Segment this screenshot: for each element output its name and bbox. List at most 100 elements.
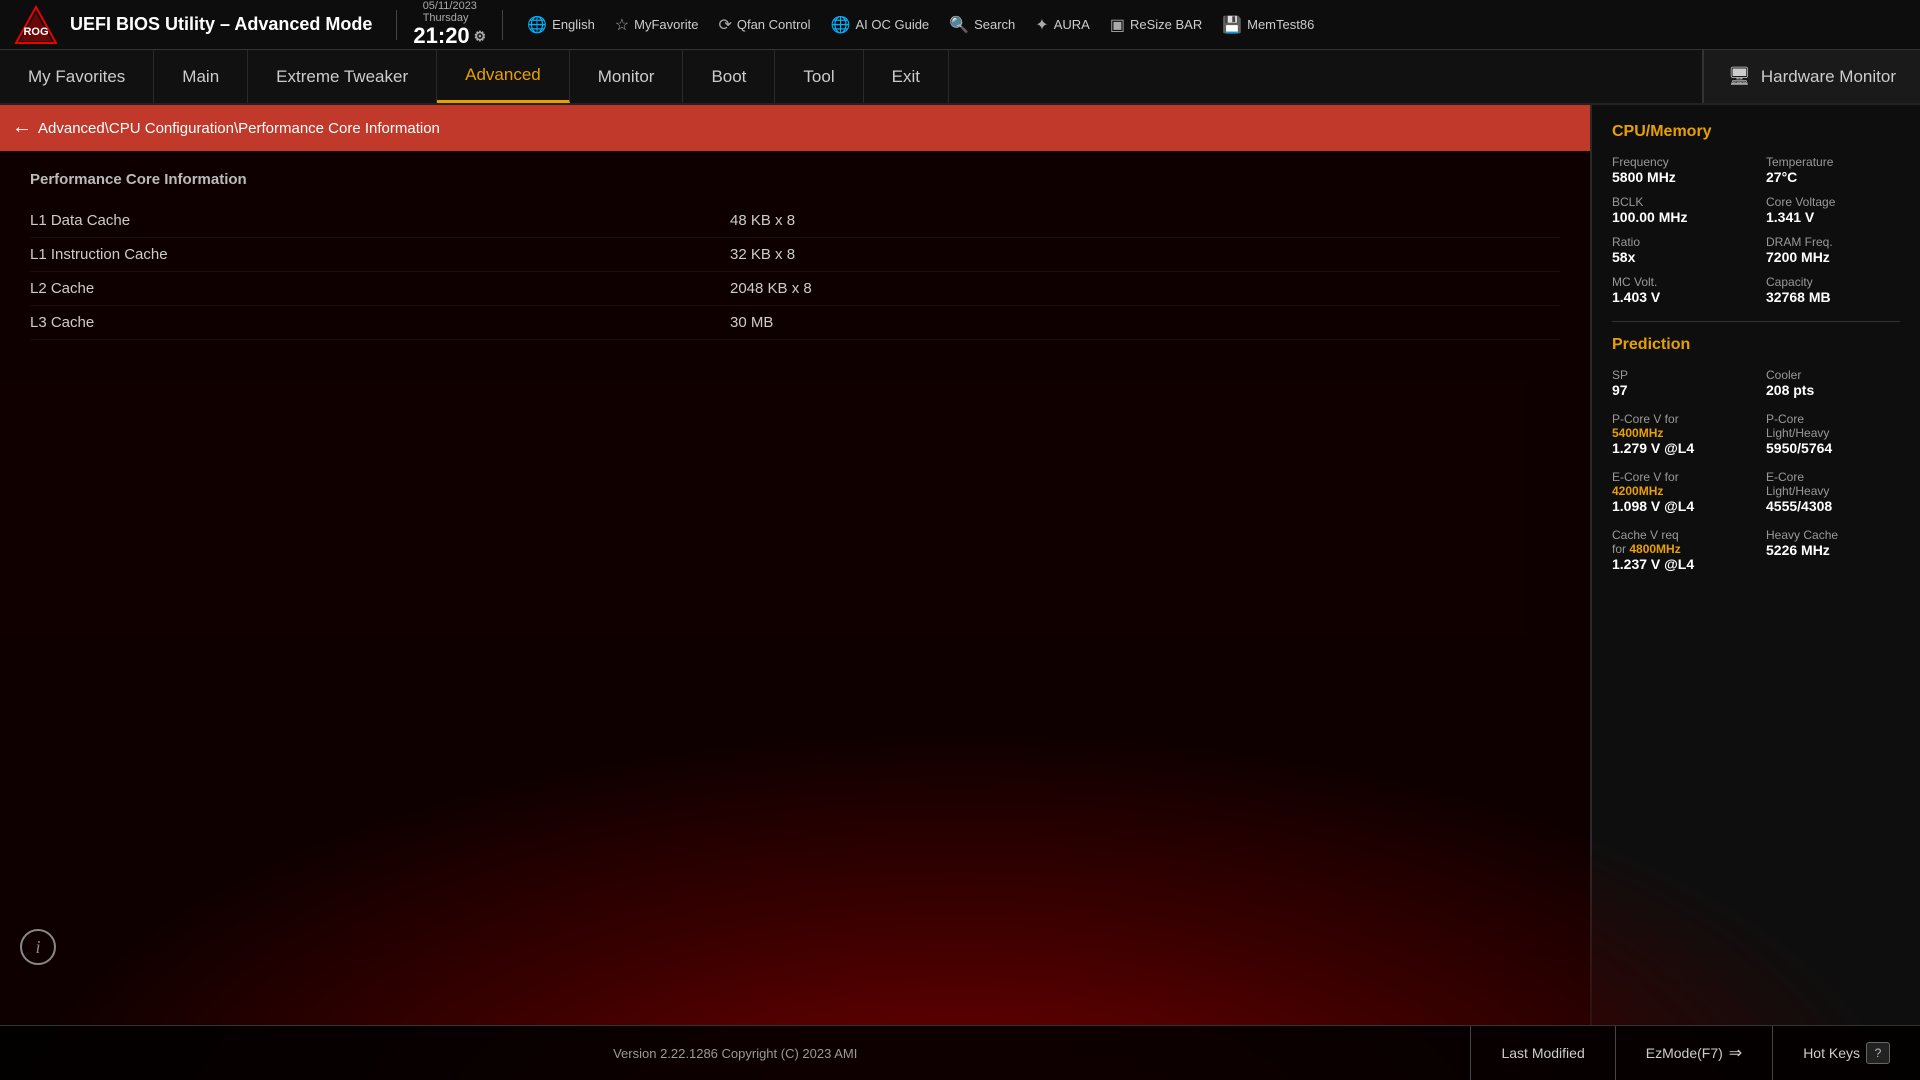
- aura-icon: ✦: [1035, 15, 1048, 35]
- pred-sp: SP 97: [1612, 368, 1746, 398]
- hw-item-capacity: Capacity 32768 MB: [1766, 275, 1900, 305]
- prediction-title: Prediction: [1612, 336, 1900, 354]
- l3-cache-label: L3 Cache: [30, 314, 730, 331]
- ecore-v-freq: 4200MHz: [1612, 484, 1746, 498]
- info-icon[interactable]: i: [20, 929, 56, 965]
- hotkeys-key-icon: ?: [1866, 1042, 1890, 1064]
- datetime-area: 05/11/2023Thursday 21:20 ⚙: [413, 0, 486, 48]
- ecore-lh-label: E-Core: [1766, 470, 1900, 484]
- hw-item-dram-freq: DRAM Freq. 7200 MHz: [1766, 235, 1900, 265]
- main-content: ← Advanced\CPU Configuration\Performance…: [0, 105, 1920, 1025]
- tool-memtest[interactable]: 💾 MemTest86: [1222, 15, 1314, 35]
- tool-aura-label: AURA: [1054, 17, 1090, 32]
- cooler-label: Cooler: [1766, 368, 1900, 382]
- l2-cache-label: L2 Cache: [30, 280, 730, 297]
- tab-advanced[interactable]: Advanced: [437, 50, 570, 103]
- ai-icon: 🌐: [831, 15, 851, 35]
- fan-icon: ⟳: [718, 15, 731, 35]
- mc-volt-label: MC Volt.: [1612, 275, 1746, 289]
- tool-memtest-label: MemTest86: [1247, 17, 1314, 32]
- pred-ecore-v: E-Core V for 4200MHz 1.098 V @L4: [1612, 470, 1746, 514]
- table-row: L1 Instruction Cache 32 KB x 8: [30, 238, 1560, 272]
- hot-keys-label: Hot Keys: [1803, 1045, 1860, 1061]
- tool-aioc[interactable]: 🌐 AI OC Guide: [831, 15, 930, 35]
- tool-resizebar[interactable]: ▣ ReSize BAR: [1110, 15, 1202, 35]
- footer-version: Version 2.22.1286 Copyright (C) 2023 AMI: [0, 1046, 1470, 1061]
- tool-myfavorite[interactable]: ☆ MyFavorite: [615, 15, 699, 35]
- tool-english[interactable]: 🌐 English: [527, 15, 595, 35]
- sp-label: SP: [1612, 368, 1746, 382]
- hot-keys-button[interactable]: Hot Keys ?: [1772, 1026, 1920, 1080]
- content-area: Performance Core Information L1 Data Cac…: [0, 151, 1590, 1025]
- tool-search[interactable]: 🔍 Search: [949, 15, 1015, 35]
- favorite-icon: ☆: [615, 15, 629, 35]
- footer-right: Last Modified EzMode(F7) ⇒ Hot Keys ?: [1470, 1026, 1920, 1080]
- ratio-value: 58x: [1612, 249, 1746, 265]
- ecore-lh-value: 4555/4308: [1766, 498, 1900, 514]
- ez-mode-icon: ⇒: [1729, 1043, 1742, 1063]
- breadcrumb-bar: ← Advanced\CPU Configuration\Performance…: [0, 105, 1590, 151]
- back-arrow-icon[interactable]: ←: [16, 117, 28, 140]
- settings-icon[interactable]: ⚙: [474, 29, 487, 44]
- resize-icon: ▣: [1110, 15, 1125, 35]
- hw-divider: [1612, 321, 1900, 322]
- pred-pcore-section: P-Core V for 5400MHz 1.279 V @L4 P-Core …: [1612, 412, 1900, 572]
- footer-bar: Version 2.22.1286 Copyright (C) 2023 AMI…: [0, 1025, 1920, 1080]
- tool-search-label: Search: [974, 17, 1015, 32]
- hw-item-ratio: Ratio 58x: [1612, 235, 1746, 265]
- tab-tool[interactable]: Tool: [775, 50, 863, 103]
- tab-my-favorites[interactable]: My Favorites: [0, 50, 154, 103]
- tab-exit[interactable]: Exit: [864, 50, 949, 103]
- l1-instruction-cache-label: L1 Instruction Cache: [30, 246, 730, 263]
- cpu-memory-title: CPU/Memory: [1612, 123, 1900, 141]
- last-modified-button[interactable]: Last Modified: [1470, 1026, 1614, 1080]
- frequency-value: 5800 MHz: [1612, 169, 1746, 185]
- table-row: L1 Data Cache 48 KB x 8: [30, 204, 1560, 238]
- pred-cooler: Cooler 208 pts: [1766, 368, 1900, 398]
- ecore-v-label: E-Core V for: [1612, 470, 1746, 484]
- tab-extreme-tweaker[interactable]: Extreme Tweaker: [248, 50, 437, 103]
- pcore-v-freq: 5400MHz: [1612, 426, 1746, 440]
- pcore-lh-value: 5950/5764: [1766, 440, 1900, 456]
- ecore-v-value: 1.098 V @L4: [1612, 498, 1746, 514]
- mc-volt-value: 1.403 V: [1612, 289, 1746, 305]
- temperature-value: 27°C: [1766, 169, 1900, 185]
- pred-ecore-lh: E-Core Light/Heavy 4555/4308: [1766, 470, 1900, 514]
- cpu-memory-grid: Frequency 5800 MHz Temperature 27°C BCLK…: [1612, 155, 1900, 305]
- pred-heavy-cache: Heavy Cache 5226 MHz: [1766, 528, 1900, 572]
- tab-monitor[interactable]: Monitor: [570, 50, 684, 103]
- tool-qfan-label: Qfan Control: [737, 17, 811, 32]
- capacity-label: Capacity: [1766, 275, 1900, 289]
- right-panel-hardware-monitor: CPU/Memory Frequency 5800 MHz Temperatur…: [1590, 105, 1920, 1025]
- table-row: L3 Cache 30 MB: [30, 306, 1560, 340]
- dram-freq-value: 7200 MHz: [1766, 249, 1900, 265]
- tab-boot[interactable]: Boot: [683, 50, 775, 103]
- tab-main[interactable]: Main: [154, 50, 248, 103]
- header-tools: 🌐 English ☆ MyFavorite ⟳ Qfan Control 🌐 …: [527, 15, 1908, 35]
- hw-item-bclk: BCLK 100.00 MHz: [1612, 195, 1746, 225]
- bios-title: UEFI BIOS Utility – Advanced Mode: [70, 14, 372, 35]
- hardware-monitor-label: Hardware Monitor: [1761, 67, 1896, 87]
- l3-cache-value: 30 MB: [730, 314, 773, 331]
- tool-english-label: English: [552, 17, 595, 32]
- clock-display: 21:20 ⚙: [413, 24, 486, 48]
- monitor-icon: 🖥: [1728, 66, 1751, 87]
- ratio-label: Ratio: [1612, 235, 1746, 249]
- hw-item-core-voltage: Core Voltage 1.341 V: [1766, 195, 1900, 225]
- cache-v-freq: for 4800MHz: [1612, 542, 1746, 556]
- last-modified-label: Last Modified: [1501, 1045, 1584, 1061]
- tool-aura[interactable]: ✦ AURA: [1035, 15, 1090, 35]
- dram-freq-label: DRAM Freq.: [1766, 235, 1900, 249]
- header-divider-2: [502, 10, 503, 40]
- cooler-value: 208 pts: [1766, 382, 1900, 398]
- hw-item-frequency: Frequency 5800 MHz: [1612, 155, 1746, 185]
- nav-bar: My Favorites Main Extreme Tweaker Advanc…: [0, 50, 1920, 105]
- ez-mode-button[interactable]: EzMode(F7) ⇒: [1615, 1026, 1772, 1080]
- pred-cache-v: Cache V req for 4800MHz 1.237 V @L4: [1612, 528, 1746, 572]
- svg-text:ROG: ROG: [23, 26, 48, 38]
- globe-icon: 🌐: [527, 15, 547, 35]
- core-voltage-label: Core Voltage: [1766, 195, 1900, 209]
- core-voltage-value: 1.341 V: [1766, 209, 1900, 225]
- left-panel: ← Advanced\CPU Configuration\Performance…: [0, 105, 1590, 1025]
- tool-qfan[interactable]: ⟳ Qfan Control: [718, 15, 810, 35]
